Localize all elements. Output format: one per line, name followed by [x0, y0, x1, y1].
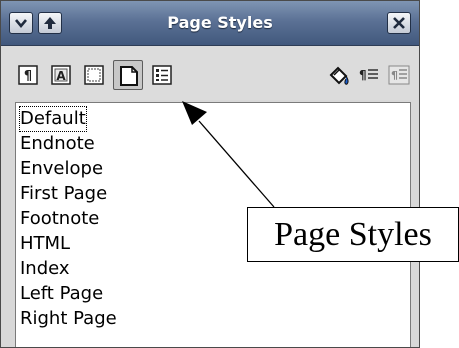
list-item-endnote[interactable]: Endnote	[20, 132, 95, 156]
list-item-first-page[interactable]: First Page	[20, 182, 107, 206]
arrow-up-icon	[44, 17, 56, 29]
character-styles-button[interactable]: A	[46, 60, 76, 90]
svg-text:¶: ¶	[359, 68, 367, 82]
window-title: Page Styles	[167, 13, 273, 32]
window-menu-button[interactable]	[9, 12, 33, 34]
close-button[interactable]	[387, 12, 411, 34]
list-item-left-page[interactable]: Left Page	[20, 282, 103, 306]
titlebar[interactable]: Page Styles	[1, 1, 419, 46]
chevron-down-icon	[15, 19, 27, 29]
pilcrow-icon: ¶	[18, 65, 38, 85]
svg-text:A: A	[56, 69, 66, 83]
paint-bucket-icon	[329, 66, 349, 85]
list-item-default[interactable]: Default	[19, 106, 87, 132]
list-item-envelope[interactable]: Envelope	[20, 157, 103, 181]
list-icon	[152, 65, 172, 85]
update-style-button[interactable]: ¶	[383, 60, 413, 90]
list-styles-button[interactable]	[147, 60, 177, 90]
new-style-icon: ¶	[359, 68, 378, 82]
frame-styles-button[interactable]	[79, 60, 109, 90]
list-item-footnote[interactable]: Footnote	[20, 207, 99, 231]
list-item-right-page[interactable]: Right Page	[20, 307, 117, 331]
roll-up-button[interactable]	[38, 12, 62, 34]
svg-text:¶: ¶	[24, 69, 32, 84]
svg-text:¶: ¶	[391, 69, 398, 82]
page-styles-button[interactable]	[113, 60, 143, 90]
frame-icon	[84, 65, 104, 85]
callout-label: Page Styles	[247, 207, 459, 262]
list-item-html[interactable]: HTML	[20, 232, 70, 256]
close-icon	[393, 17, 405, 29]
style-family-toolbar: ¶ A ¶ ¶	[1, 46, 419, 100]
list-item-index[interactable]: Index	[20, 257, 70, 281]
page-icon	[120, 66, 138, 86]
fill-format-mode-button[interactable]	[323, 60, 353, 90]
page-styles-window: Page Styles ¶ A ¶ ¶ Default Endnote Enve…	[0, 0, 420, 348]
new-style-from-selection-button[interactable]: ¶	[353, 60, 383, 90]
update-style-icon: ¶	[388, 65, 410, 85]
paragraph-styles-button[interactable]: ¶	[13, 60, 43, 90]
character-a-icon: A	[51, 65, 71, 85]
